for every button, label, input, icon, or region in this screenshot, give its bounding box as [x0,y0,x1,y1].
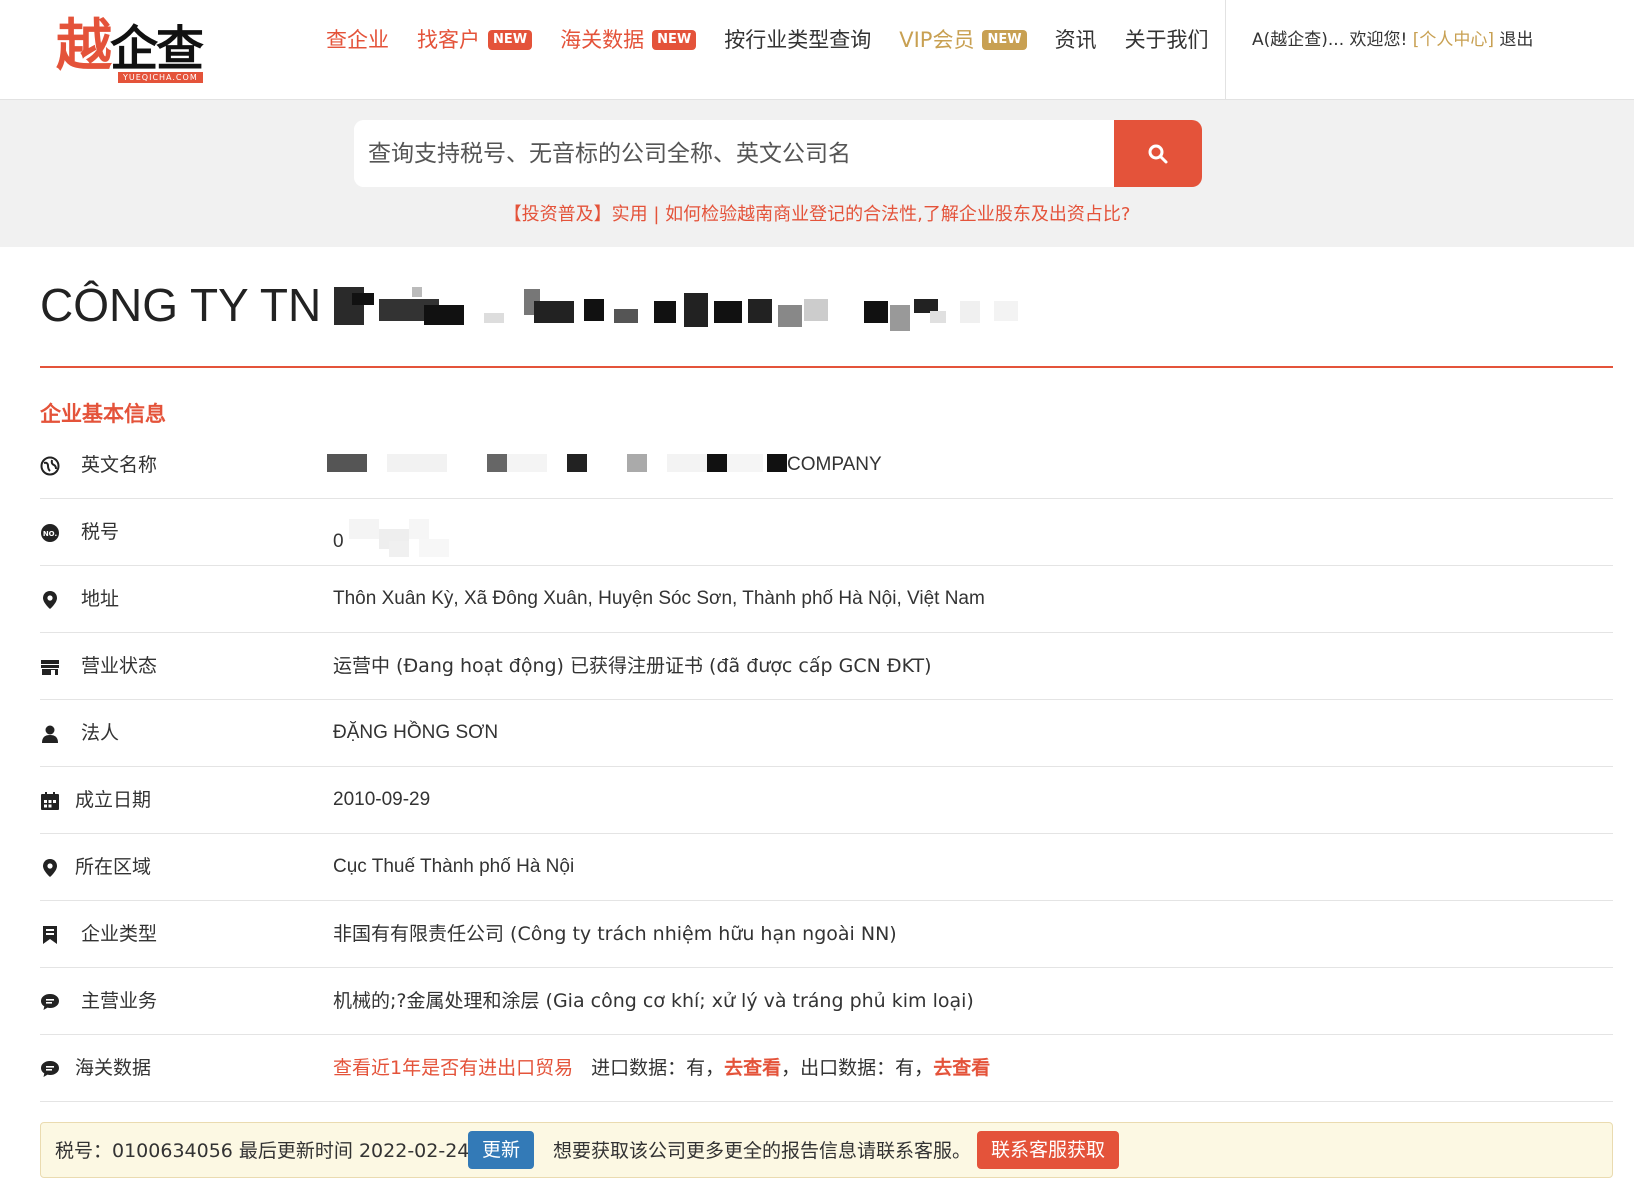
user-center-link[interactable]: [个人中心] [1413,30,1494,50]
company-type-value: 非国有有限责任公司 (Công ty trách nhiệm hữu hạn n… [333,923,897,945]
redacted-mosaic [348,519,449,557]
logout-link[interactable]: 退出 [1499,30,1533,50]
info-row-main-business: 主营业务 机械的;?金属处理和涂层 (Gia công cơ khí; xử l… [40,968,1613,1035]
redacted-mosaic [333,286,1018,331]
nav-label: 查企业 [326,28,389,52]
header-divider [1225,0,1226,100]
contact-info-text: 想要获取该公司更多更全的报告信息请联系客服。 [553,1140,972,1162]
row-value: 2010-09-29 [333,789,431,810]
search-input[interactable] [354,120,1114,187]
company-title: CÔNG TY TN [40,278,1054,339]
info-row-company-type: 企业类型 非国有有限责任公司 (Công ty trách nhiệm hữu … [40,901,1613,968]
info-row-address: 地址 Thôn Xuân Kỳ, Xã Đông Xuân, Huyện Sóc… [40,566,1613,633]
number-badge-icon: NO. [41,524,59,542]
redacted-mosaic [327,454,787,472]
search-icon [1148,144,1168,163]
nav-item-find-customers[interactable]: 找客户 NEW [417,25,533,55]
globe-icon [40,456,60,476]
nav-label: 关于我们 [1124,28,1209,52]
main-nav: 查企业 找客户 NEW 海关数据 NEW 按行业类型查询 VIP会员 NEW 资… [326,24,1237,56]
row-value: 0 [333,519,449,559]
bookmark-icon [43,926,57,944]
section-title-basic-info: 企业基本信息 [40,402,166,426]
store-icon [41,660,59,675]
nav-item-customs-data[interactable]: 海关数据 NEW [560,25,697,55]
import-label: 进口数据：有， [591,1057,725,1079]
info-row-region: 所在区域 Cục Thuế Thành phố Hà Nội [40,834,1613,901]
logo-subtext: YUEQICHA.COM [118,72,203,83]
row-label: 成立日期 [75,789,152,811]
info-row-english-name: 英文名称 COMPANY [40,432,1613,499]
investment-tip-link[interactable]: 【投资普及】实用 | 如何检验越南商业登记的合法性,了解企业股东及出资占比? [0,200,1634,226]
search-button[interactable] [1114,120,1202,187]
nav-item-find-company[interactable]: 查企业 [326,25,389,55]
import-view-link[interactable]: 去查看 [724,1057,781,1079]
row-label: 海关数据 [75,1057,152,1079]
new-badge: NEW [652,30,697,50]
row-label: 企业类型 [81,923,158,945]
nav-label: 海关数据 [560,28,645,52]
new-badge: NEW [488,30,533,50]
row-label: 主营业务 [81,990,158,1012]
info-row-legal-representative: 法人 ĐẶNG HỒNG SƠN [40,700,1613,767]
customs-check-link[interactable]: 查看近1年是否有进出口贸易 [333,1057,573,1079]
svg-text:NO.: NO. [43,530,57,538]
logo-text: 越企查 [56,14,204,79]
row-value: 查看近1年是否有进出口贸易 进口数据：有，去查看，出口数据：有，去查看 [333,1055,990,1081]
search-band: 【投资普及】实用 | 如何检验越南商业登记的合法性,了解企业股东及出资占比? [0,100,1634,247]
update-notice: 税号：0100634056 最后更新时间 2022-02-24 更新 想要获取该… [40,1122,1613,1178]
row-value: COMPANY [327,452,882,478]
info-row-tax-number: NO. 税号 0 [40,499,1613,566]
nav-label: VIP会员 [899,28,975,52]
nav-item-about[interactable]: 关于我们 [1125,25,1209,55]
status-value: 运营中 (Đang hoạt động) 已获得注册证书 (đã được cấ… [333,655,932,677]
tax-update-text: 税号：0100634056 最后更新时间 2022-02-24 [55,1140,470,1162]
contact-support-button[interactable]: 联系客服获取 [977,1131,1120,1169]
new-badge: NEW [982,30,1027,50]
map-pin-icon [43,591,57,609]
user-icon [42,725,58,743]
row-value: 机械的;?金属处理和涂层 (Gia công cơ khí; xử lý và … [333,988,974,1015]
nav-label: 找客户 [417,28,480,52]
company-title-text: CÔNG TY TN [40,279,322,331]
export-view-link[interactable]: 去查看 [933,1057,990,1079]
user-area: A(越企查)... 欢迎您! [个人中心] 退出 [1252,28,1533,52]
tax-number-value: 0 [333,531,344,552]
export-label: ，出口数据：有， [781,1057,934,1079]
site-header: 越企查 YUEQICHA.COM 查企业 找客户 NEW 海关数据 NEW 按行… [0,0,1634,100]
site-logo[interactable]: 越企查 YUEQICHA.COM [56,14,221,84]
nav-label: 资讯 [1054,28,1097,52]
row-value: 运营中 (Đang hoạt động) 已获得注册证书 (đã được cấ… [333,653,932,680]
title-divider [40,366,1613,368]
user-greeting: A(越企查)... 欢迎您! [1252,30,1408,50]
comment-icon [41,994,59,1010]
search-box [354,120,1202,187]
row-value: Thôn Xuân Kỳ, Xã Đông Xuân, Huyện Sóc Sơ… [333,588,985,609]
row-value: Cục Thuế Thành phố Hà Nội [333,856,575,877]
nav-label: 按行业类型查询 [724,28,872,52]
info-row-customs-data: 海关数据 查看近1年是否有进出口贸易 进口数据：有，去查看，出口数据：有，去查看 [40,1035,1613,1102]
row-label: 所在区域 [75,856,152,878]
row-label: 营业状态 [81,655,158,677]
comment-icon [41,1061,59,1077]
update-button[interactable]: 更新 [468,1131,535,1169]
main-business-value: 机械的;?金属处理和涂层 (Gia công cơ khí; xử lý và … [333,990,974,1012]
row-label: 税号 [81,521,120,543]
nav-item-industry-query[interactable]: 按行业类型查询 [724,25,871,55]
info-row-business-status: 营业状态 运营中 (Đang hoạt động) 已获得注册证书 (đã đư… [40,633,1613,700]
row-label: 英文名称 [81,454,158,476]
info-table: 英文名称 COMPANY NO. 税号 0 地址 Thôn Xuân Kỳ, X… [40,432,1613,1102]
row-label: 地址 [81,588,120,610]
nav-item-vip[interactable]: VIP会员 NEW [899,25,1027,55]
map-pin-icon [43,859,57,877]
nav-item-news[interactable]: 资讯 [1055,25,1097,55]
info-row-founded-date: 成立日期 2010-09-29 [40,767,1613,834]
row-label: 法人 [81,722,120,744]
english-name-suffix: COMPANY [787,454,882,475]
row-value: 非国有有限责任公司 (Công ty trách nhiệm hữu hạn n… [333,921,897,948]
row-value: ĐẶNG HỒNG SƠN [333,722,499,743]
calendar-icon [41,792,59,810]
